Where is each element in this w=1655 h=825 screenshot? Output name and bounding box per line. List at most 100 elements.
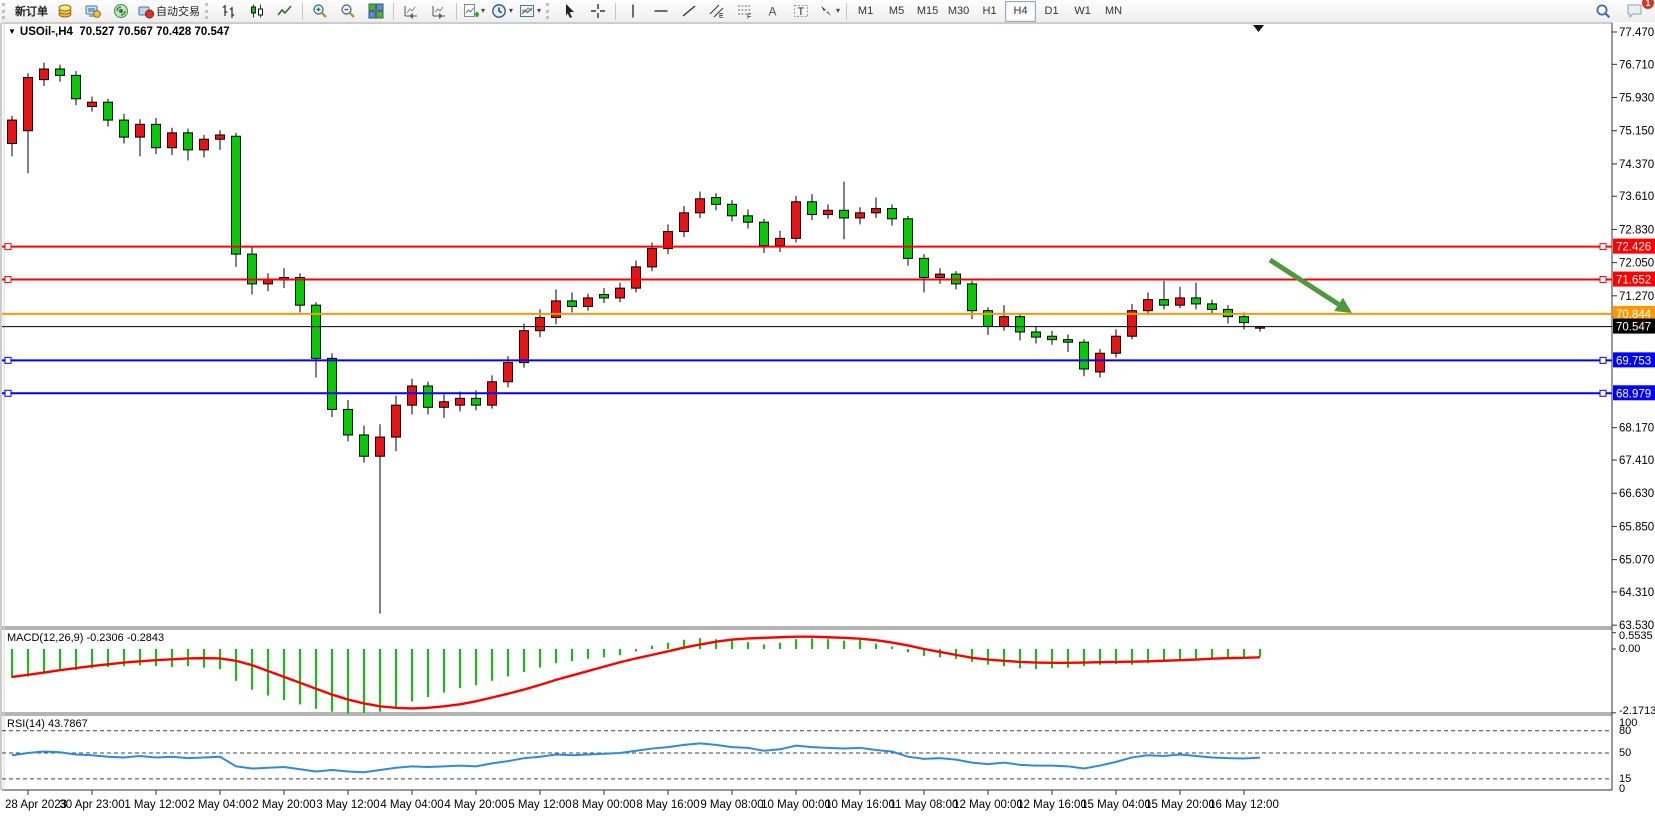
time-axis-label: 5 May 12:00 [508,799,571,811]
candle-bullish [504,363,513,382]
timeframe-m15[interactable]: M15 [912,1,943,22]
timeframe-h4[interactable]: H4 [1005,1,1036,22]
vertical-line-button[interactable] [619,0,647,22]
periods-button[interactable]: ▾ [488,0,516,22]
tile-windows-button[interactable] [362,0,390,22]
new-order-button[interactable]: 新订单 [12,0,51,22]
candle-bearish [968,284,977,311]
terminal-icon-button[interactable] [79,0,107,22]
timeframe-m5[interactable]: M5 [881,1,912,22]
candle-bearish [840,210,849,218]
new-order-label: 新订单 [15,3,48,19]
chart-window[interactable]: 77.47076.71075.93075.15074.37073.61072.8… [0,22,1655,825]
candle-bullish [200,139,209,150]
chart-canvas[interactable]: 77.47076.71075.93075.15074.37073.61072.8… [0,22,1655,825]
arrows-icon [818,3,834,19]
timeframe-m30[interactable]: M30 [943,1,974,22]
main-toolbar: 新订单 自动交易 [0,0,1655,23]
line-handle[interactable] [5,357,11,363]
macd-panel [12,637,1260,714]
toolbar-separator [846,3,847,20]
candle-bullish [24,78,33,131]
price-tick-label: 65.850 [1619,521,1654,533]
svg-text:F: F [747,14,751,20]
zoom-in-button[interactable] [306,0,334,22]
candle-bearish [1240,317,1249,323]
candle-bullish [856,213,865,218]
auto-scroll-button[interactable] [397,0,425,22]
time-axis-label: 16 May 12:00 [1209,799,1279,811]
cursor-button[interactable] [556,0,584,22]
add-indicator-icon [463,3,479,19]
macd-axis-label: 0.5535 [1619,630,1653,642]
timeframe-d1[interactable]: D1 [1036,1,1067,22]
rsi-axis-label: 50 [1619,747,1631,759]
line-handle[interactable] [1600,357,1606,363]
templates-button[interactable]: ▾ [516,0,544,22]
line-handle[interactable] [1600,244,1606,250]
toolbar-separator [615,3,616,20]
candle-bearish [744,216,753,222]
candle-bullish [1112,336,1121,353]
text-button[interactable]: A [759,0,787,22]
add-indicator-button[interactable]: ▾ [460,0,488,22]
candles-layer [8,63,1265,614]
search-button[interactable] [1589,0,1617,22]
candle-bullish [1096,353,1105,372]
autotrade-button[interactable]: 自动交易 [135,0,203,22]
horizontal-line-button[interactable] [647,0,675,22]
line-handle[interactable] [5,277,11,283]
search-icon [1595,3,1612,20]
equidistant-channel-button[interactable]: E [703,0,731,22]
signal-icon-button[interactable] [107,0,135,22]
line-handle[interactable] [1600,390,1606,396]
trendline-button[interactable] [675,0,703,22]
line-chart-button[interactable] [271,0,299,22]
ohlc-bars-button[interactable] [215,0,243,22]
zoom-out-button[interactable] [334,0,362,22]
candle-bullish [40,69,49,80]
line-handle[interactable] [1600,277,1606,283]
timeframe-w1[interactable]: W1 [1067,1,1098,22]
line-chart-icon [277,3,293,19]
price-tick-label: 71.270 [1619,291,1654,303]
tile-windows-icon [368,3,384,19]
timeframe-m1[interactable]: M1 [850,1,881,22]
timeframe-h1[interactable]: H1 [974,1,1005,22]
candle-bullish [520,331,529,363]
time-axis-label: 8 May 00:00 [572,799,635,811]
candle-bearish [344,409,353,435]
news-button[interactable]: 1 [1621,0,1649,22]
candle-bearish [184,133,193,150]
trend-arrow[interactable] [1270,260,1339,304]
candle-bearish [1080,342,1089,369]
chart-shift-button[interactable] [425,0,453,22]
line-handle[interactable] [5,244,11,250]
time-axis-label: 3 May 12:00 [316,799,379,811]
clock-icon [491,3,507,19]
candle-bearish [296,278,305,306]
chart-shift-marker[interactable] [1253,25,1264,32]
fibonacci-button[interactable]: F [731,0,759,22]
candle-bullish [872,209,881,213]
candle-bearish [568,301,577,307]
chart-dropdown-icon[interactable]: ▼ [8,27,16,36]
crosshair-button[interactable] [584,0,612,22]
candle-bullish [680,213,689,232]
text-label-button[interactable]: T [787,0,815,22]
candlesticks-button[interactable] [243,0,271,22]
arrows-button[interactable]: ▾ [815,0,843,22]
line-handle[interactable] [5,390,11,396]
chevron-down-icon: ▾ [836,7,840,15]
svg-text:E: E [719,13,724,19]
macd-axis-label: 0.00 [1619,643,1640,655]
time-axis-label: 8 May 16:00 [636,799,699,811]
price-tick-label: 73.610 [1619,191,1654,203]
candle-bearish [232,136,241,254]
chart-title[interactable]: ▼USOil-,H4 70.527 70.567 70.428 70.547 [8,26,230,38]
price-tick-label: 72.830 [1619,224,1654,236]
fibonacci-icon: F [737,3,753,19]
coins-icon-button[interactable] [51,0,79,22]
candle-bullish [536,318,545,331]
timeframe-mn[interactable]: MN [1098,1,1129,22]
